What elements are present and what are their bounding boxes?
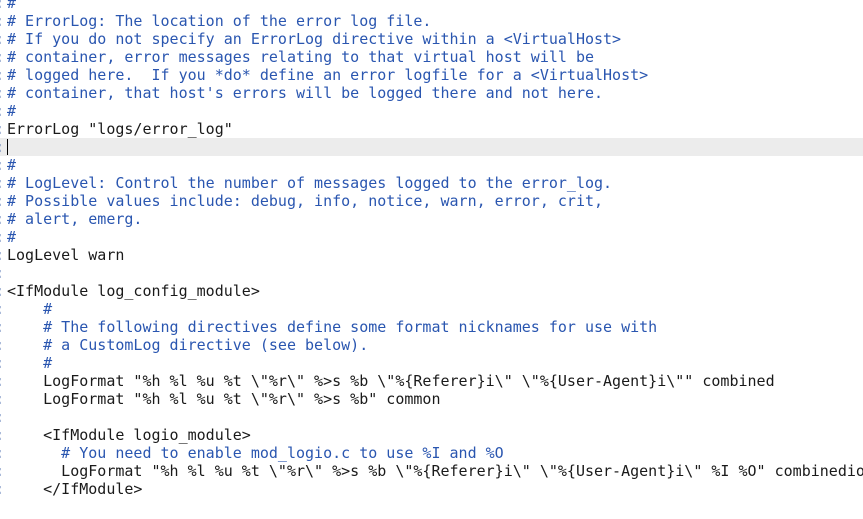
code-line[interactable]: :	[0, 408, 863, 426]
current-line[interactable]: :	[0, 138, 863, 156]
directive-text: </IfModule>	[7, 480, 143, 498]
gutter-marker: :	[0, 228, 4, 246]
comment-text: # a CustomLog directive (see below).	[7, 336, 369, 354]
gutter-marker: :	[0, 102, 4, 120]
code-line[interactable]: :#	[0, 228, 863, 246]
code-line[interactable]: : # The following directives define some…	[0, 318, 863, 336]
comment-text: # container, that host's errors will be …	[7, 84, 604, 102]
code-line[interactable]: :# ErrorLog: The location of the error l…	[0, 12, 863, 30]
gutter-marker: :	[0, 156, 4, 174]
code-line[interactable]: :#	[0, 156, 863, 174]
code-line[interactable]: :ErrorLog "logs/error_log"	[0, 120, 863, 138]
gutter-marker: :	[0, 264, 4, 282]
gutter-marker: :	[0, 66, 4, 84]
code-line[interactable]: :# logged here. If you *do* define an er…	[0, 66, 863, 84]
code-line[interactable]: : #	[0, 354, 863, 372]
code-line[interactable]: :LogLevel warn	[0, 246, 863, 264]
gutter-marker: :	[0, 300, 4, 318]
gutter-marker: :	[0, 426, 4, 444]
gutter-marker: :	[0, 336, 4, 354]
gutter-marker: :	[0, 84, 4, 102]
code-line[interactable]: :#	[0, 0, 863, 12]
comment-text: # Possible values include: debug, info, …	[7, 192, 604, 210]
gutter-marker: :	[0, 192, 4, 210]
comment-text: # alert, emerg.	[7, 210, 143, 228]
code-line[interactable]: :#	[0, 102, 863, 120]
gutter-marker: :	[0, 462, 4, 480]
gutter-marker: :	[0, 30, 4, 48]
gutter-marker: :	[0, 372, 4, 390]
gutter-marker: :	[0, 318, 4, 336]
text-caret	[7, 139, 8, 155]
comment-text: #	[7, 354, 53, 372]
code-line[interactable]: : LogFormat "%h %l %u %t \"%r\" %>s %b \…	[0, 372, 863, 390]
gutter-marker: :	[0, 12, 4, 30]
code-line[interactable]: :# container, error messages relating to…	[0, 48, 863, 66]
gutter-marker: :	[0, 444, 4, 462]
comment-text: # You need to enable mod_logio.c to use …	[7, 444, 504, 462]
gutter-marker: :	[0, 246, 4, 264]
text-editor[interactable]: :#:# ErrorLog: The location of the error…	[0, 0, 863, 519]
directive-text: <IfModule logio_module>	[7, 426, 251, 444]
editor-lines[interactable]: :#:# ErrorLog: The location of the error…	[0, 0, 863, 498]
directive-text: LogLevel warn	[7, 246, 125, 264]
comment-text: #	[7, 102, 17, 120]
gutter-marker: :	[0, 210, 4, 228]
gutter-marker: :	[0, 480, 4, 498]
code-line[interactable]: :# Possible values include: debug, info,…	[0, 192, 863, 210]
directive-text: LogFormat "%h %l %u %t \"%r\" %>s %b" co…	[7, 390, 441, 408]
comment-text: # LogLevel: Control the number of messag…	[7, 174, 613, 192]
code-line[interactable]: :# alert, emerg.	[0, 210, 863, 228]
code-line[interactable]: : LogFormat "%h %l %u %t \"%r\" %>s %b" …	[0, 390, 863, 408]
gutter-marker: :	[0, 408, 4, 426]
gutter-marker: :	[0, 120, 4, 138]
comment-text: # container, error messages relating to …	[7, 48, 594, 66]
directive-text: LogFormat "%h %l %u %t \"%r\" %>s %b \"%…	[7, 372, 775, 390]
comment-text: # ErrorLog: The location of the error lo…	[7, 12, 432, 30]
code-line[interactable]: : # a CustomLog directive (see below).	[0, 336, 863, 354]
comment-text: #	[7, 228, 17, 246]
code-line[interactable]: : LogFormat "%h %l %u %t \"%r\" %>s %b \…	[0, 462, 863, 480]
comment-text: # If you do not specify an ErrorLog dire…	[7, 30, 622, 48]
code-line[interactable]: : </IfModule>	[0, 480, 863, 498]
directive-text: ErrorLog "logs/error_log"	[7, 120, 233, 138]
code-line[interactable]: : # You need to enable mod_logio.c to us…	[0, 444, 863, 462]
gutter-marker: :	[0, 0, 4, 12]
gutter-marker: :	[0, 354, 4, 372]
gutter-marker: :	[0, 390, 4, 408]
code-line[interactable]: :# If you do not specify an ErrorLog dir…	[0, 30, 863, 48]
code-line[interactable]: :# LogLevel: Control the number of messa…	[0, 174, 863, 192]
code-line[interactable]: : #	[0, 300, 863, 318]
gutter-marker: :	[0, 48, 4, 66]
comment-text: # The following directives define some f…	[7, 318, 658, 336]
directive-text: <IfModule log_config_module>	[7, 282, 260, 300]
code-line[interactable]: :	[0, 264, 863, 282]
comment-text: #	[7, 0, 17, 12]
comment-text: # logged here. If you *do* define an err…	[7, 66, 649, 84]
directive-text: LogFormat "%h %l %u %t \"%r\" %>s %b \"%…	[7, 462, 863, 480]
gutter-marker: :	[0, 282, 4, 300]
comment-text: #	[7, 156, 17, 174]
gutter-marker: :	[0, 138, 4, 156]
comment-text: #	[7, 300, 53, 318]
code-line[interactable]: :# container, that host's errors will be…	[0, 84, 863, 102]
code-line[interactable]: :<IfModule log_config_module>	[0, 282, 863, 300]
gutter-marker: :	[0, 174, 4, 192]
code-line[interactable]: : <IfModule logio_module>	[0, 426, 863, 444]
